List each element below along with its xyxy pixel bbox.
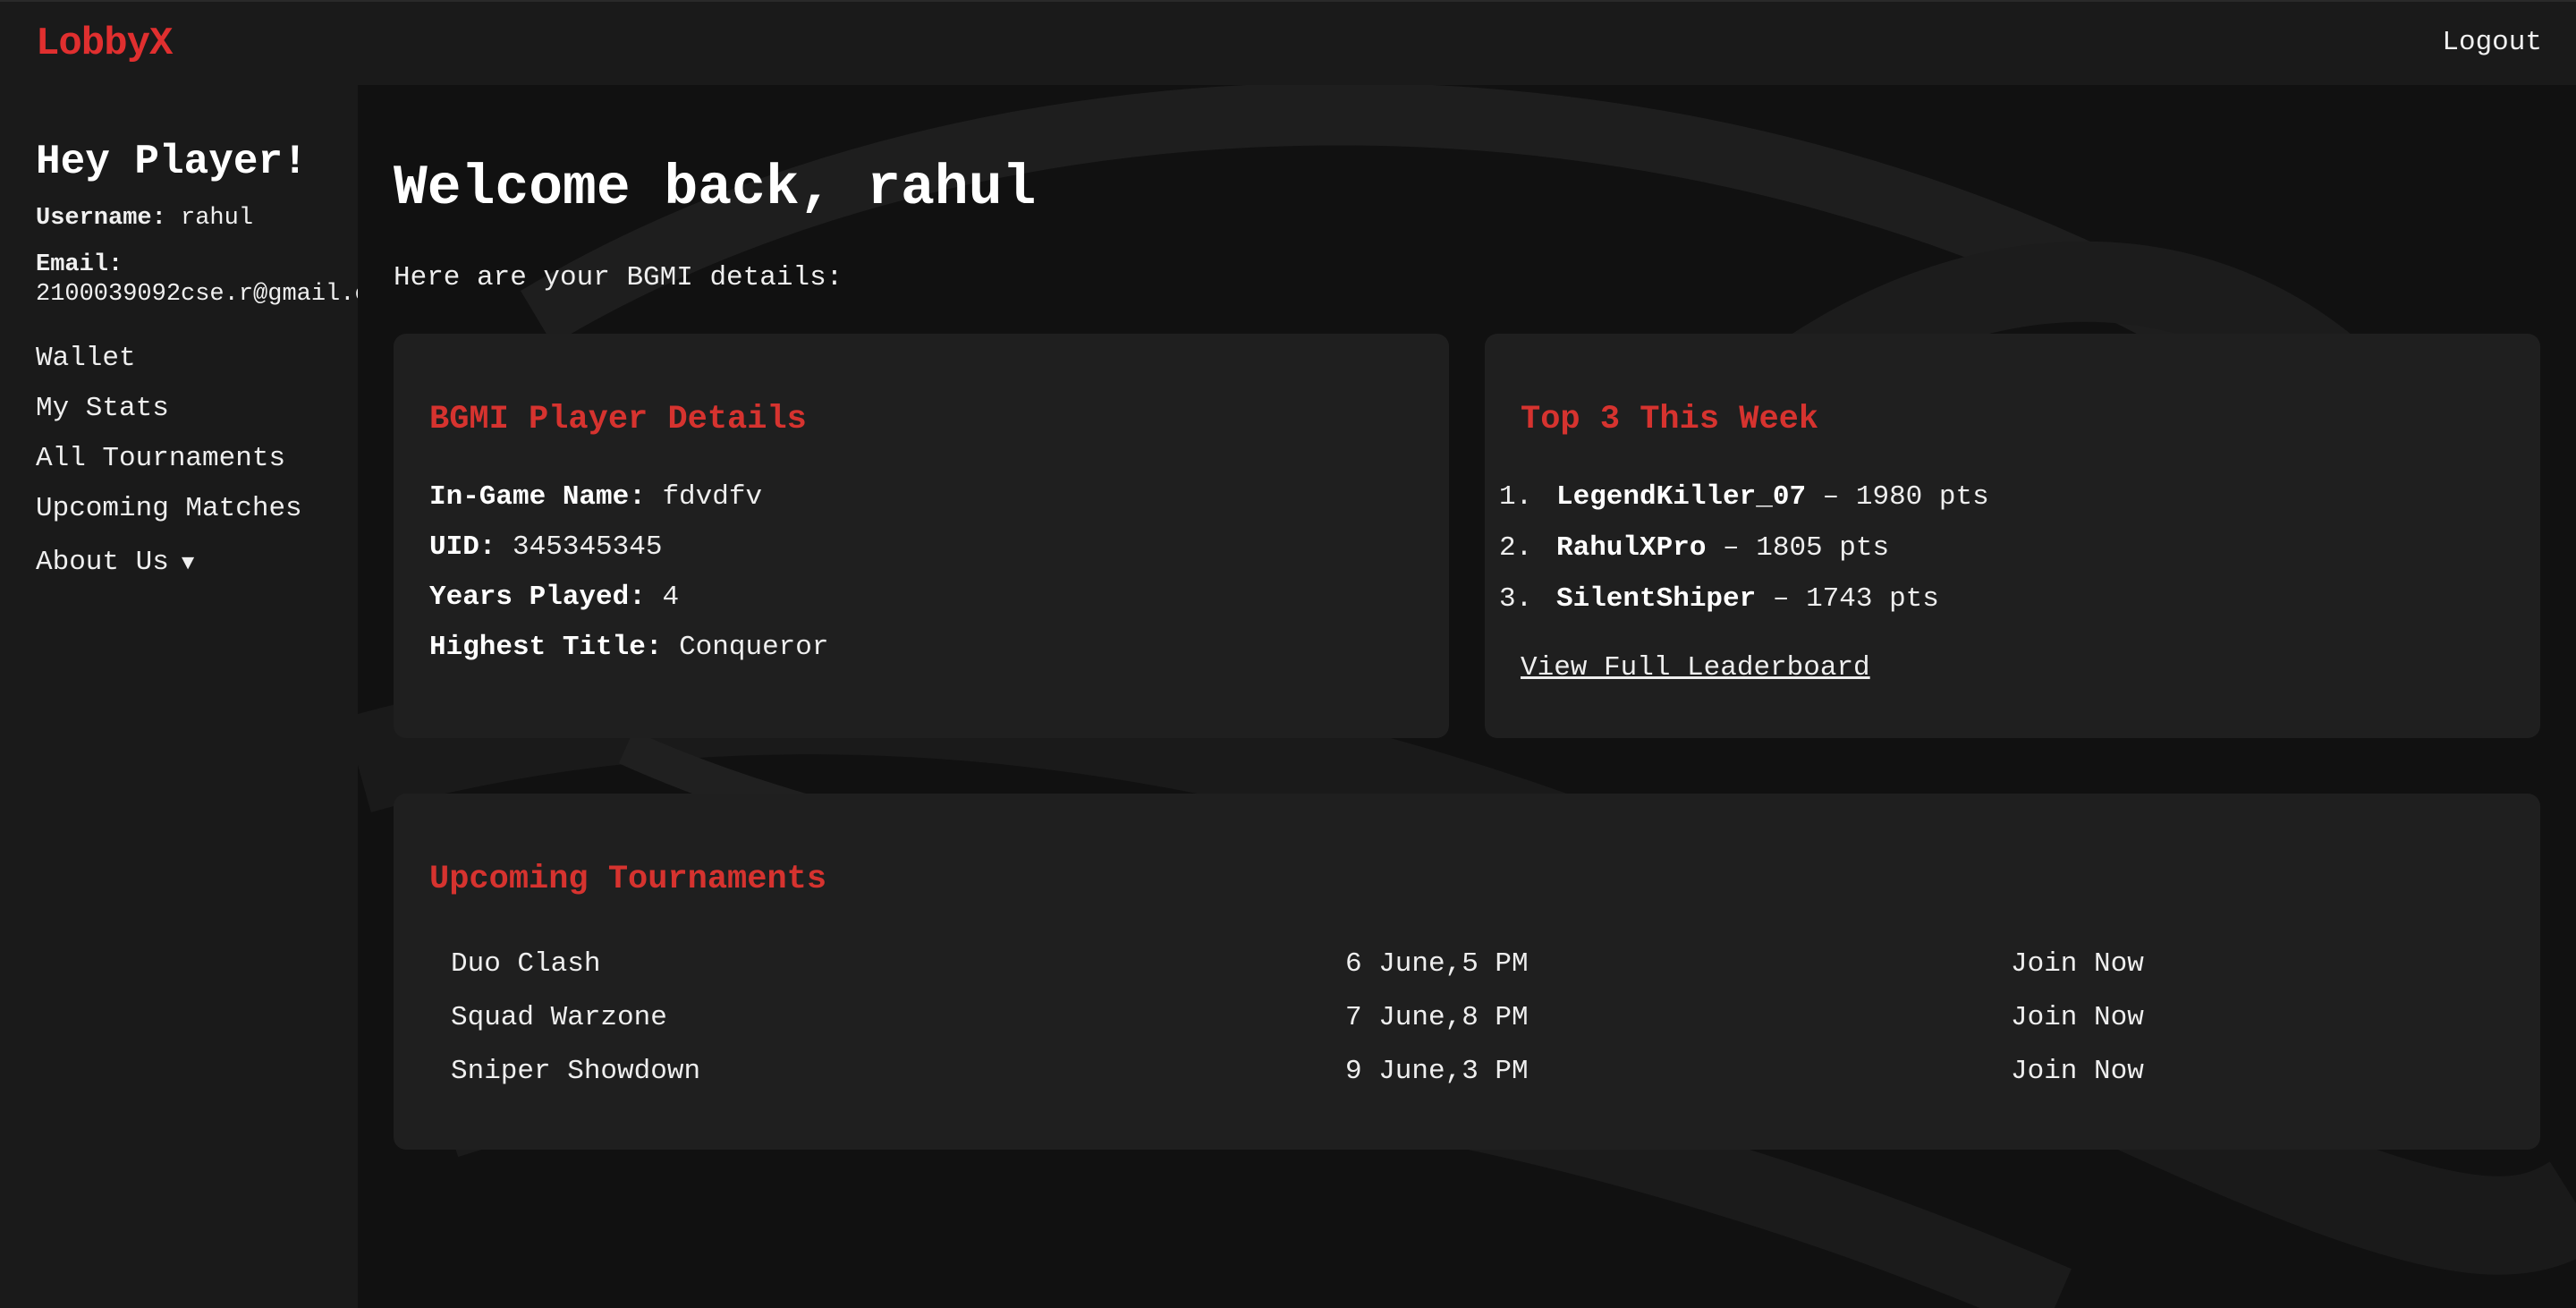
tournament-time: 9 June,3 PM (1345, 1055, 1529, 1087)
join-now-button[interactable]: Join Now (1989, 990, 2504, 1044)
leaderboard-entry: 2. RahulXPro – 1805 pts (1499, 532, 1889, 564)
username-info: Username: rahul (36, 204, 253, 234)
rank-number: 1. (1499, 481, 1533, 513)
upcoming-tournaments-card: Upcoming Tournaments Duo Clash 6 June,5 … (394, 794, 2540, 1150)
tournament-name: Duo Clash (451, 947, 601, 980)
detail-value: 345345345 (513, 531, 663, 563)
rank-number: 3. (1499, 583, 1533, 615)
detail-label: UID: (429, 531, 496, 563)
leaderboard-entry: 3. SilentShiper – 1743 pts (1499, 583, 1939, 615)
main-content: Welcome back, rahul Here are your BGMI d… (358, 85, 2576, 1308)
player-name: SilentShiper (1556, 583, 1757, 615)
sidebar-item-all-tournaments[interactable]: All Tournaments (36, 434, 302, 484)
detail-row-title: Highest Title: Conqueror (429, 632, 829, 663)
sidebar-item-about-us[interactable]: About Us ▼ (36, 538, 302, 588)
player-points: – 1805 pts (1723, 532, 1890, 564)
leaderboard-entry: 1. LegendKiller_07 – 1980 pts (1499, 481, 1989, 513)
detail-label: Years Played: (429, 582, 646, 613)
detail-value: fdvdfv (662, 481, 763, 513)
username-label: Username: (36, 205, 166, 232)
email-info: Email: 2100039092cse.r@gmail.com (36, 251, 398, 310)
detail-label: Highest Title: (429, 632, 663, 663)
sidebar-greeting: Hey Player! (36, 139, 308, 185)
top3-title: Top 3 This Week (1521, 401, 1819, 438)
detail-label: In-Game Name: (429, 481, 646, 513)
caret-down-icon: ▼ (181, 552, 195, 576)
about-us-label: About Us (36, 547, 169, 578)
sidebar-item-upcoming-matches[interactable]: Upcoming Matches (36, 484, 302, 534)
join-now-button[interactable]: Join Now (1989, 937, 2504, 990)
table-row: Squad Warzone 7 June,8 PM Join Now (429, 990, 2504, 1044)
rank-number: 2. (1499, 532, 1533, 564)
player-details-title: BGMI Player Details (429, 401, 807, 438)
sidebar: Hey Player! Username: rahul Email: 21000… (0, 85, 398, 1308)
logout-button[interactable]: Logout (2442, 27, 2542, 58)
player-details-card: BGMI Player Details In-Game Name: fdvdfv… (394, 334, 1449, 738)
upcoming-tournaments-title: Upcoming Tournaments (429, 861, 827, 898)
join-now-button[interactable]: Join Now (1989, 1044, 2504, 1098)
detail-row-uid: UID: 345345345 (429, 531, 662, 563)
player-points: – 1743 pts (1772, 583, 1939, 615)
tournament-name: Squad Warzone (451, 1001, 667, 1033)
table-row: Duo Clash 6 June,5 PM Join Now (429, 937, 2504, 990)
player-name: RahulXPro (1556, 532, 1707, 564)
view-full-leaderboard-link[interactable]: View Full Leaderboard (1521, 652, 1870, 684)
tournament-time: 6 June,5 PM (1345, 947, 1529, 980)
sidebar-nav: Wallet My Stats All Tournaments Upcoming… (36, 334, 302, 588)
top3-card: Top 3 This Week 1. LegendKiller_07 – 1980… (1485, 334, 2540, 738)
details-subtitle: Here are your BGMI details: (394, 262, 843, 293)
email-value: 2100039092cse.r@gmail.com (36, 281, 399, 308)
tournament-name: Sniper Showdown (451, 1055, 701, 1087)
detail-value: 4 (662, 582, 680, 613)
detail-row-ign: In-Game Name: fdvdfv (429, 481, 762, 513)
player-points: – 1980 pts (1822, 481, 1989, 513)
tournament-time: 7 June,8 PM (1345, 1001, 1529, 1033)
email-label: Email: (36, 251, 123, 278)
brand-logo[interactable]: LobbyX (36, 21, 173, 66)
sidebar-item-my-stats[interactable]: My Stats (36, 384, 302, 434)
table-row: Sniper Showdown 9 June,3 PM Join Now (429, 1044, 2504, 1098)
sidebar-item-wallet[interactable]: Wallet (36, 334, 302, 384)
tournaments-table: Duo Clash 6 June,5 PM Join Now Squad War… (429, 937, 2504, 1098)
username-value: rahul (181, 205, 254, 232)
detail-value: Conqueror (679, 632, 829, 663)
welcome-heading: Welcome back, rahul (394, 157, 1037, 220)
top-navbar: LobbyX Logout (0, 0, 2576, 85)
detail-row-years: Years Played: 4 (429, 582, 679, 613)
player-name: LegendKiller_07 (1556, 481, 1807, 513)
